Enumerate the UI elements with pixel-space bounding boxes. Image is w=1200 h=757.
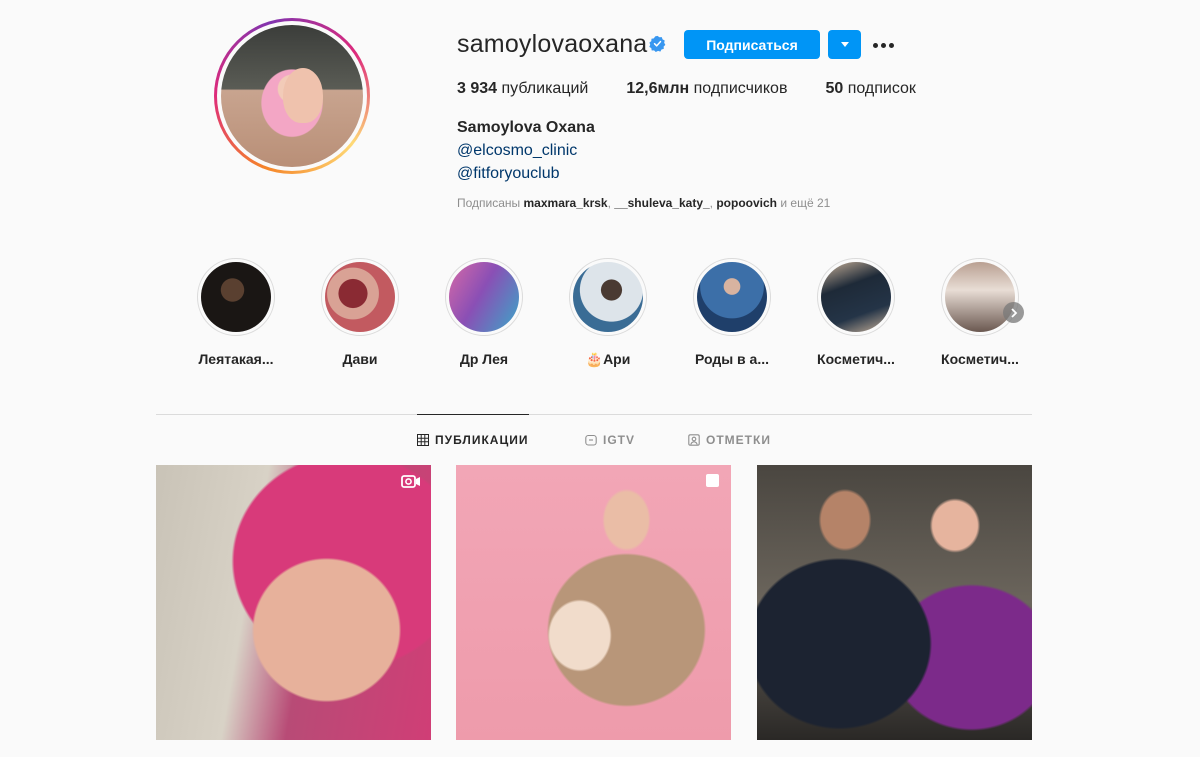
followed-by-prefix: Подписаны bbox=[457, 196, 521, 210]
followed-by-line[interactable]: Подписаны maxmara_krsk, __shuleva_katy_,… bbox=[457, 196, 830, 210]
stories-next-button[interactable] bbox=[1003, 302, 1024, 323]
story-thumbnail bbox=[201, 262, 271, 332]
tab-igtv[interactable]: IGTV bbox=[585, 433, 635, 447]
story-label: Леятакая... bbox=[198, 351, 274, 367]
profile-avatar[interactable] bbox=[214, 18, 370, 174]
story-ring bbox=[321, 258, 399, 336]
follow-button[interactable]: Подписаться bbox=[684, 30, 820, 59]
more-options-icon[interactable] bbox=[870, 32, 896, 58]
story-highlight[interactable]: Роды в а... bbox=[682, 258, 782, 367]
active-tab-indicator bbox=[417, 414, 529, 415]
story-highlight[interactable]: Косметич... bbox=[806, 258, 906, 367]
caret-down-icon bbox=[840, 42, 849, 47]
video-icon bbox=[401, 475, 420, 488]
story-highlight[interactable]: 🎂Ари bbox=[558, 258, 658, 368]
bio-link-elcosmo[interactable]: @elcosmo_clinic bbox=[457, 142, 577, 160]
story-thumbnail bbox=[573, 262, 643, 332]
post-thumbnail[interactable] bbox=[156, 465, 431, 740]
profile-full-name: Samoylova Oxana bbox=[457, 119, 595, 136]
story-thumbnail bbox=[449, 262, 519, 332]
following-label: подписок bbox=[847, 80, 916, 97]
post-thumbnail[interactable] bbox=[757, 465, 1032, 740]
bio-link-fitforyou[interactable]: @fitforyouclub bbox=[457, 165, 560, 183]
posts-count: 3 934 bbox=[457, 80, 498, 97]
suggested-accounts-button[interactable] bbox=[828, 30, 861, 59]
tab-label: ПУБЛИКАЦИИ bbox=[435, 433, 529, 447]
verified-badge-icon bbox=[649, 35, 666, 52]
story-label: Косметич... bbox=[817, 351, 895, 367]
chevron-right-icon bbox=[1010, 307, 1017, 318]
story-ring bbox=[941, 258, 1019, 336]
story-label: Др Лея bbox=[459, 351, 509, 367]
followed-by-user: __shuleva_katy_ bbox=[614, 196, 710, 210]
tagged-icon bbox=[688, 434, 700, 446]
followers-label: подписчиков bbox=[693, 80, 788, 97]
tab-label: IGTV bbox=[603, 433, 636, 447]
following-count: 50 bbox=[825, 80, 844, 97]
avatar-border bbox=[217, 21, 367, 171]
carousel-icon bbox=[706, 474, 719, 487]
posts-stat: 3 934 публикаций bbox=[457, 80, 588, 98]
story-ring bbox=[569, 258, 647, 336]
story-label: Дави bbox=[342, 351, 378, 367]
dot bbox=[872, 42, 878, 48]
dot bbox=[880, 42, 886, 48]
story-highlight[interactable]: Дави bbox=[310, 258, 410, 367]
followed-by-user: maxmara_krsk bbox=[523, 196, 608, 210]
profile-username: samoylovaoxana bbox=[457, 30, 648, 58]
tab-tagged[interactable]: ОТМЕТКИ bbox=[688, 433, 771, 447]
grid-icon bbox=[417, 434, 429, 446]
story-highlight[interactable]: Леятакая... bbox=[186, 258, 286, 367]
story-label: 🎂Ари bbox=[585, 351, 631, 367]
tabs-divider bbox=[156, 414, 1032, 415]
followed-by-suffix: и ещё 21 bbox=[780, 196, 831, 210]
following-stat[interactable]: 50 подписок bbox=[825, 80, 915, 98]
post-thumbnail[interactable] bbox=[456, 465, 731, 740]
story-ring bbox=[817, 258, 895, 336]
igtv-icon bbox=[585, 434, 597, 446]
story-thumbnail bbox=[945, 262, 1015, 332]
story-ring bbox=[445, 258, 523, 336]
story-thumbnail bbox=[821, 262, 891, 332]
profile-stats: 3 934 публикаций 12,6млн подписчиков 50 … bbox=[457, 80, 954, 98]
followers-stat[interactable]: 12,6млн подписчиков bbox=[626, 80, 787, 98]
posts-label: публикаций bbox=[501, 80, 589, 97]
dot bbox=[888, 42, 894, 48]
story-ring bbox=[197, 258, 275, 336]
story-label: Косметич... bbox=[941, 351, 1019, 367]
avatar-image bbox=[221, 25, 363, 167]
followed-by-user: popoovich bbox=[716, 196, 778, 210]
tab-posts[interactable]: ПУБЛИКАЦИИ bbox=[417, 433, 528, 447]
followers-count: 12,6млн bbox=[626, 80, 690, 97]
tab-label: ОТМЕТКИ bbox=[706, 433, 771, 447]
story-thumbnail bbox=[325, 262, 395, 332]
story-thumbnail bbox=[697, 262, 767, 332]
story-ring bbox=[693, 258, 771, 336]
story-highlight[interactable]: Др Лея bbox=[434, 258, 534, 367]
story-label: Роды в а... bbox=[694, 351, 770, 367]
